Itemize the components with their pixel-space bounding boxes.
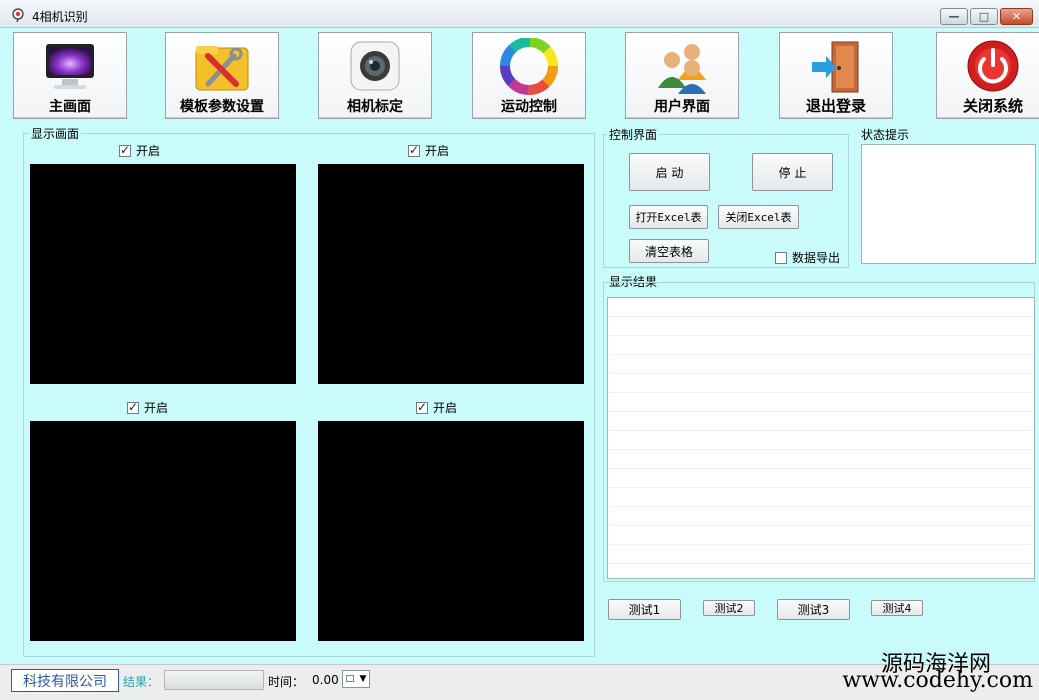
test3-button[interactable]: 测试3	[777, 599, 850, 620]
checkbox-box[interactable]	[408, 143, 420, 157]
toolbar-shutdown-button[interactable]: 关闭系统	[936, 32, 1039, 119]
toolbar-main-screen-button[interactable]: 主画面	[13, 32, 127, 119]
camera2-enable-checkbox[interactable]: 开启	[408, 142, 449, 159]
start-button[interactable]: 启 动	[629, 153, 710, 191]
test1-button[interactable]: 测试1	[608, 599, 681, 620]
minimize-button[interactable]: —	[940, 8, 968, 25]
checkbox-label: 开启	[136, 144, 161, 158]
results-list[interactable]	[607, 297, 1035, 579]
time-label: 时间：	[268, 675, 305, 689]
result-progress-bar	[164, 670, 264, 690]
stop-button[interactable]: 停 止	[752, 153, 833, 191]
display-group-title: 显示画面	[29, 125, 82, 142]
title-bar: 4相机识别 — □ ✕	[0, 0, 1039, 28]
camera1-enable-checkbox[interactable]: 开启	[119, 142, 160, 159]
checkbox-box[interactable]	[119, 143, 131, 157]
maximize-icon: □	[978, 10, 990, 23]
toolbar-label: 关闭系统	[962, 97, 1023, 115]
toolbar-motion-control-button[interactable]: 运动控制	[472, 32, 586, 119]
checkbox-box[interactable]	[775, 251, 787, 264]
status-group-title: 状态提示	[859, 126, 912, 143]
users-icon	[658, 44, 706, 94]
checkbox-box[interactable]	[127, 400, 139, 414]
toolbar-label: 运动控制	[501, 99, 557, 115]
maximize-button[interactable]: □	[970, 8, 998, 25]
checkbox-label: 开启	[433, 401, 458, 415]
camera2-view	[318, 164, 584, 384]
checkbox-box[interactable]	[416, 400, 428, 414]
monitor-icon	[46, 44, 94, 89]
status-text-area[interactable]	[861, 144, 1036, 264]
camera1-view	[30, 164, 296, 384]
camera3-enable-checkbox[interactable]: 开启	[127, 399, 168, 416]
camera4-view	[318, 421, 584, 641]
close-icon: ✕	[1011, 10, 1022, 23]
close-excel-button[interactable]: 关闭Excel表	[718, 205, 799, 229]
power-icon	[967, 40, 1019, 92]
toolbar-user-interface-button[interactable]: 用户界面	[625, 32, 739, 119]
status-dropdown[interactable]: □ ▼	[342, 670, 370, 688]
test2-button[interactable]: 测试2	[703, 600, 755, 616]
toolbar-logout-button[interactable]: 退出登录	[779, 32, 893, 119]
camera3-view	[30, 421, 296, 641]
toolbar-template-settings-button[interactable]: 模板参数设置	[165, 32, 279, 119]
clear-table-button[interactable]: 清空表格	[629, 239, 709, 263]
toolbar-label: 相机标定	[347, 99, 403, 115]
time-value: 0.00	[312, 673, 339, 687]
camera-icon	[350, 41, 400, 91]
close-button[interactable]: ✕	[1000, 8, 1033, 25]
toolbar-label: 主画面	[49, 99, 91, 115]
camera4-enable-checkbox[interactable]: 开启	[416, 399, 457, 416]
color-wheel-icon	[500, 38, 558, 95]
toolbar-camera-calibration-button[interactable]: 相机标定	[318, 32, 432, 119]
control-group-title: 控制界面	[607, 126, 660, 143]
chevron-down-icon: ▼	[359, 674, 367, 684]
minimize-icon: —	[948, 10, 960, 23]
app-icon	[12, 8, 24, 22]
tools-folder-icon	[195, 46, 249, 91]
data-export-checkbox[interactable]: 数据导出	[775, 249, 840, 266]
window-title: 4相机识别	[32, 10, 88, 24]
test4-button[interactable]: 测试4	[871, 600, 923, 616]
company-label: 科技有限公司	[11, 669, 119, 692]
open-excel-button[interactable]: 打开Excel表	[629, 205, 708, 229]
checkbox-label: 开启	[425, 144, 450, 158]
checkbox-label: 数据导出	[792, 251, 841, 265]
status-dropdown-icon: □	[345, 674, 355, 684]
toolbar-label: 退出登录	[805, 97, 866, 115]
result-label: 结果：	[123, 675, 160, 689]
watermark-url: www.codehy.com	[842, 668, 1033, 693]
toolbar-label: 用户界面	[654, 99, 710, 115]
toolbar-label: 模板参数设置	[180, 99, 264, 115]
checkbox-label: 开启	[144, 401, 169, 415]
exit-door-icon	[812, 41, 859, 93]
